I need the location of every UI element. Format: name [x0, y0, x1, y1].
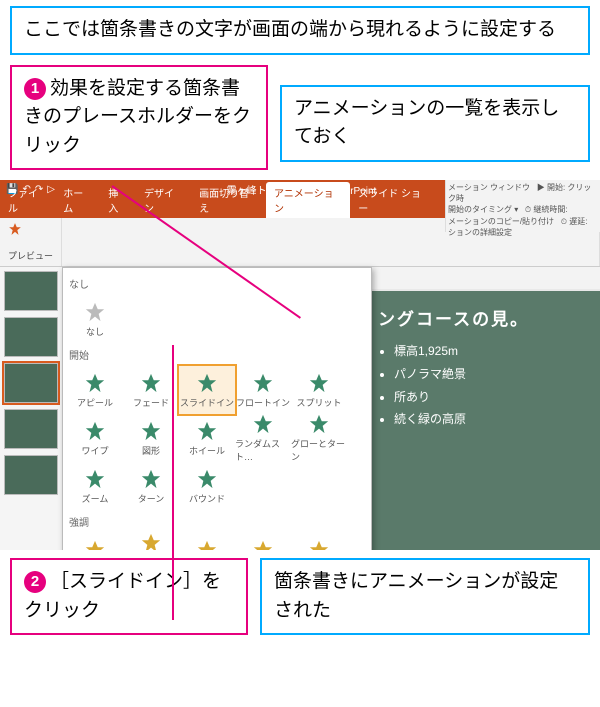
thumb-2[interactable]: 2 [4, 317, 58, 357]
callout-bottom-right: 箇条書きにアニメーションが設定された [260, 558, 590, 635]
ribbon-group-preview: プレビュー [0, 218, 62, 266]
anim-label: バウンド [189, 492, 225, 505]
anim-entrance-8[interactable]: ランダムスト… [235, 414, 291, 462]
bullet-1[interactable]: 標高1,925m [394, 340, 592, 363]
anim-entrance-6[interactable]: 図形 [123, 414, 179, 462]
anim-label: フロートイン [236, 396, 290, 409]
star-icon [196, 468, 218, 490]
anim-entrance-2[interactable]: スライドイン [179, 366, 235, 414]
trigger-btn[interactable]: 開始のタイミング ▾ [448, 205, 518, 214]
slide-title[interactable]: ングコースの見。 [378, 305, 592, 330]
step-number-2: 2 [24, 571, 46, 593]
anim-label: ターン [138, 492, 165, 505]
delay-label: ⏲ 遅延: [561, 217, 588, 226]
duration-label: ⏱ 継続時間: [525, 205, 568, 214]
tab-transitions[interactable]: 画面切り替え [191, 182, 266, 218]
anim-emphasis-4[interactable]: 拡大/収縮 [291, 533, 347, 550]
leader-line-2 [172, 345, 174, 620]
anim-label: アピール [77, 396, 113, 409]
callout-right1: アニメーションの一覧を表示しておく [280, 85, 590, 162]
star-icon [252, 413, 274, 435]
thumb-5[interactable]: 5 [4, 455, 58, 495]
tab-home[interactable]: ホーム [55, 182, 100, 218]
anim-emphasis-2[interactable]: シーソー [179, 533, 235, 550]
slide-canvas[interactable]: ングコースの見。 標高1,925m パノラマ絶景 所あり 続く緑の高原 [370, 291, 600, 550]
ruler-area [370, 267, 600, 289]
star-icon [140, 468, 162, 490]
star-icon [84, 420, 106, 442]
star-icon [308, 372, 330, 394]
tab-slideshow[interactable]: スライド ショー [350, 182, 437, 218]
anim-label: フェード [133, 396, 169, 409]
tab-file[interactable]: ファイル [0, 182, 55, 218]
bullet-3[interactable]: 所あり [394, 386, 592, 409]
anim-label: なし [86, 325, 104, 338]
callout-step2-text: ［スライドイン］をクリック [24, 571, 221, 621]
anim-entrance-5[interactable]: ワイプ [67, 414, 123, 462]
callout-step1-text: 効果を設定する箇条書きのプレースホルダーをクリック [24, 78, 251, 156]
star-icon [252, 372, 274, 394]
advanced-timing-label: ションの詳細設定 [448, 227, 598, 238]
callout-top: ここでは箇条書きの文字が画面の端から現れるように設定する [10, 6, 590, 55]
thumb-1[interactable]: 1 [4, 271, 58, 311]
anim-entrance-3[interactable]: フロートイン [235, 366, 291, 414]
star-icon [140, 372, 162, 394]
anim-entrance-4[interactable]: スプリット [291, 366, 347, 414]
star-icon [140, 420, 162, 442]
preview-icon[interactable] [8, 222, 22, 236]
anim-label: スプリット [296, 396, 341, 409]
anim-entrance-0[interactable]: アピール [67, 366, 123, 414]
anim-emphasis-3[interactable]: スピン [235, 533, 291, 550]
anim-emphasis-0[interactable]: パルス [67, 533, 123, 550]
ribbon-timing-group: メーション ウィンドウ ▶ 開始: クリック時 開始のタイミング ▾ ⏱ 継続時… [445, 180, 600, 232]
gallery-header-none: なし [69, 276, 365, 291]
star-icon [196, 420, 218, 442]
star-icon [84, 372, 106, 394]
powerpoint-window: 💾↶↷▷ 霧ヶ峰トレッキング - PowerPoint 描画ツール ファイル ホ… [0, 180, 600, 550]
tab-design[interactable]: デザイン [136, 182, 191, 218]
bullet-2[interactable]: パノラマ絶景 [394, 363, 592, 386]
anim-painter[interactable]: メーションのコピー/貼り付け [448, 217, 554, 226]
anim-entrance-10[interactable]: ズーム [67, 462, 123, 510]
anim-entrance-9[interactable]: グローとターン [291, 414, 347, 462]
thumb-4[interactable]: 4 [4, 409, 58, 449]
anim-entrance-7[interactable]: ホイール [179, 414, 235, 462]
callout-step1: 1効果を設定する箇条書きのプレースホルダーをクリック [10, 65, 268, 171]
anim-none[interactable]: なし [67, 295, 123, 343]
gallery-header-emphasis: 強調 [69, 514, 365, 529]
thumb-3[interactable]: 3 [4, 363, 58, 403]
anim-entrance-12[interactable]: バウンド [179, 462, 235, 510]
star-icon [84, 468, 106, 490]
slide-thumbnails: 1 2 3 4 5 [0, 267, 66, 550]
step-number-1: 1 [24, 78, 46, 100]
bullet-4[interactable]: 続く緑の高原 [394, 408, 592, 431]
star-icon [196, 372, 218, 394]
anim-label: ランダムスト… [235, 437, 291, 463]
star-icon [308, 539, 330, 551]
callout-step2: 2［スライドイン］をクリック [10, 558, 248, 635]
animation-gallery-dropdown: なし なし 開始 アピール フェードスライドインフロートインスプリットワイプ 図形 ホ… [62, 267, 372, 550]
bullet-placeholder[interactable]: 標高1,925m パノラマ絶景 所あり 続く緑の高原 [378, 340, 592, 431]
star-icon [308, 413, 330, 435]
ribbon: プレビュー メーション ウィンドウ ▶ 開始: クリック時 開始のタイミング ▾… [0, 218, 600, 267]
anim-label: 図形 [142, 444, 160, 457]
star-icon [252, 539, 274, 551]
star-icon [84, 539, 106, 551]
anim-entrance-1[interactable]: フェード [123, 366, 179, 414]
star-icon [196, 539, 218, 551]
workspace: 1 2 3 4 5 ングコースの見。 標高1,925m パノラマ絶景 所あり 続… [0, 267, 600, 550]
anim-label: ホイール [189, 444, 225, 457]
anim-label: ズーム [82, 492, 109, 505]
anim-emphasis-1[interactable]: カラー パルス [123, 533, 179, 550]
anim-label: ワイプ [81, 444, 108, 457]
start-label: ▶ 開始: [537, 183, 565, 192]
preview-label: プレビュー [8, 249, 53, 262]
gallery-header-entrance: 開始 [69, 347, 365, 362]
star-icon [140, 532, 162, 550]
anim-label: スライドイン [180, 396, 234, 409]
tab-animations[interactable]: アニメーション [266, 182, 350, 218]
anim-entrance-11[interactable]: ターン [123, 462, 179, 510]
anim-pane-btn[interactable]: メーション ウィンドウ [448, 183, 530, 192]
anim-label: グローとターン [291, 437, 347, 463]
